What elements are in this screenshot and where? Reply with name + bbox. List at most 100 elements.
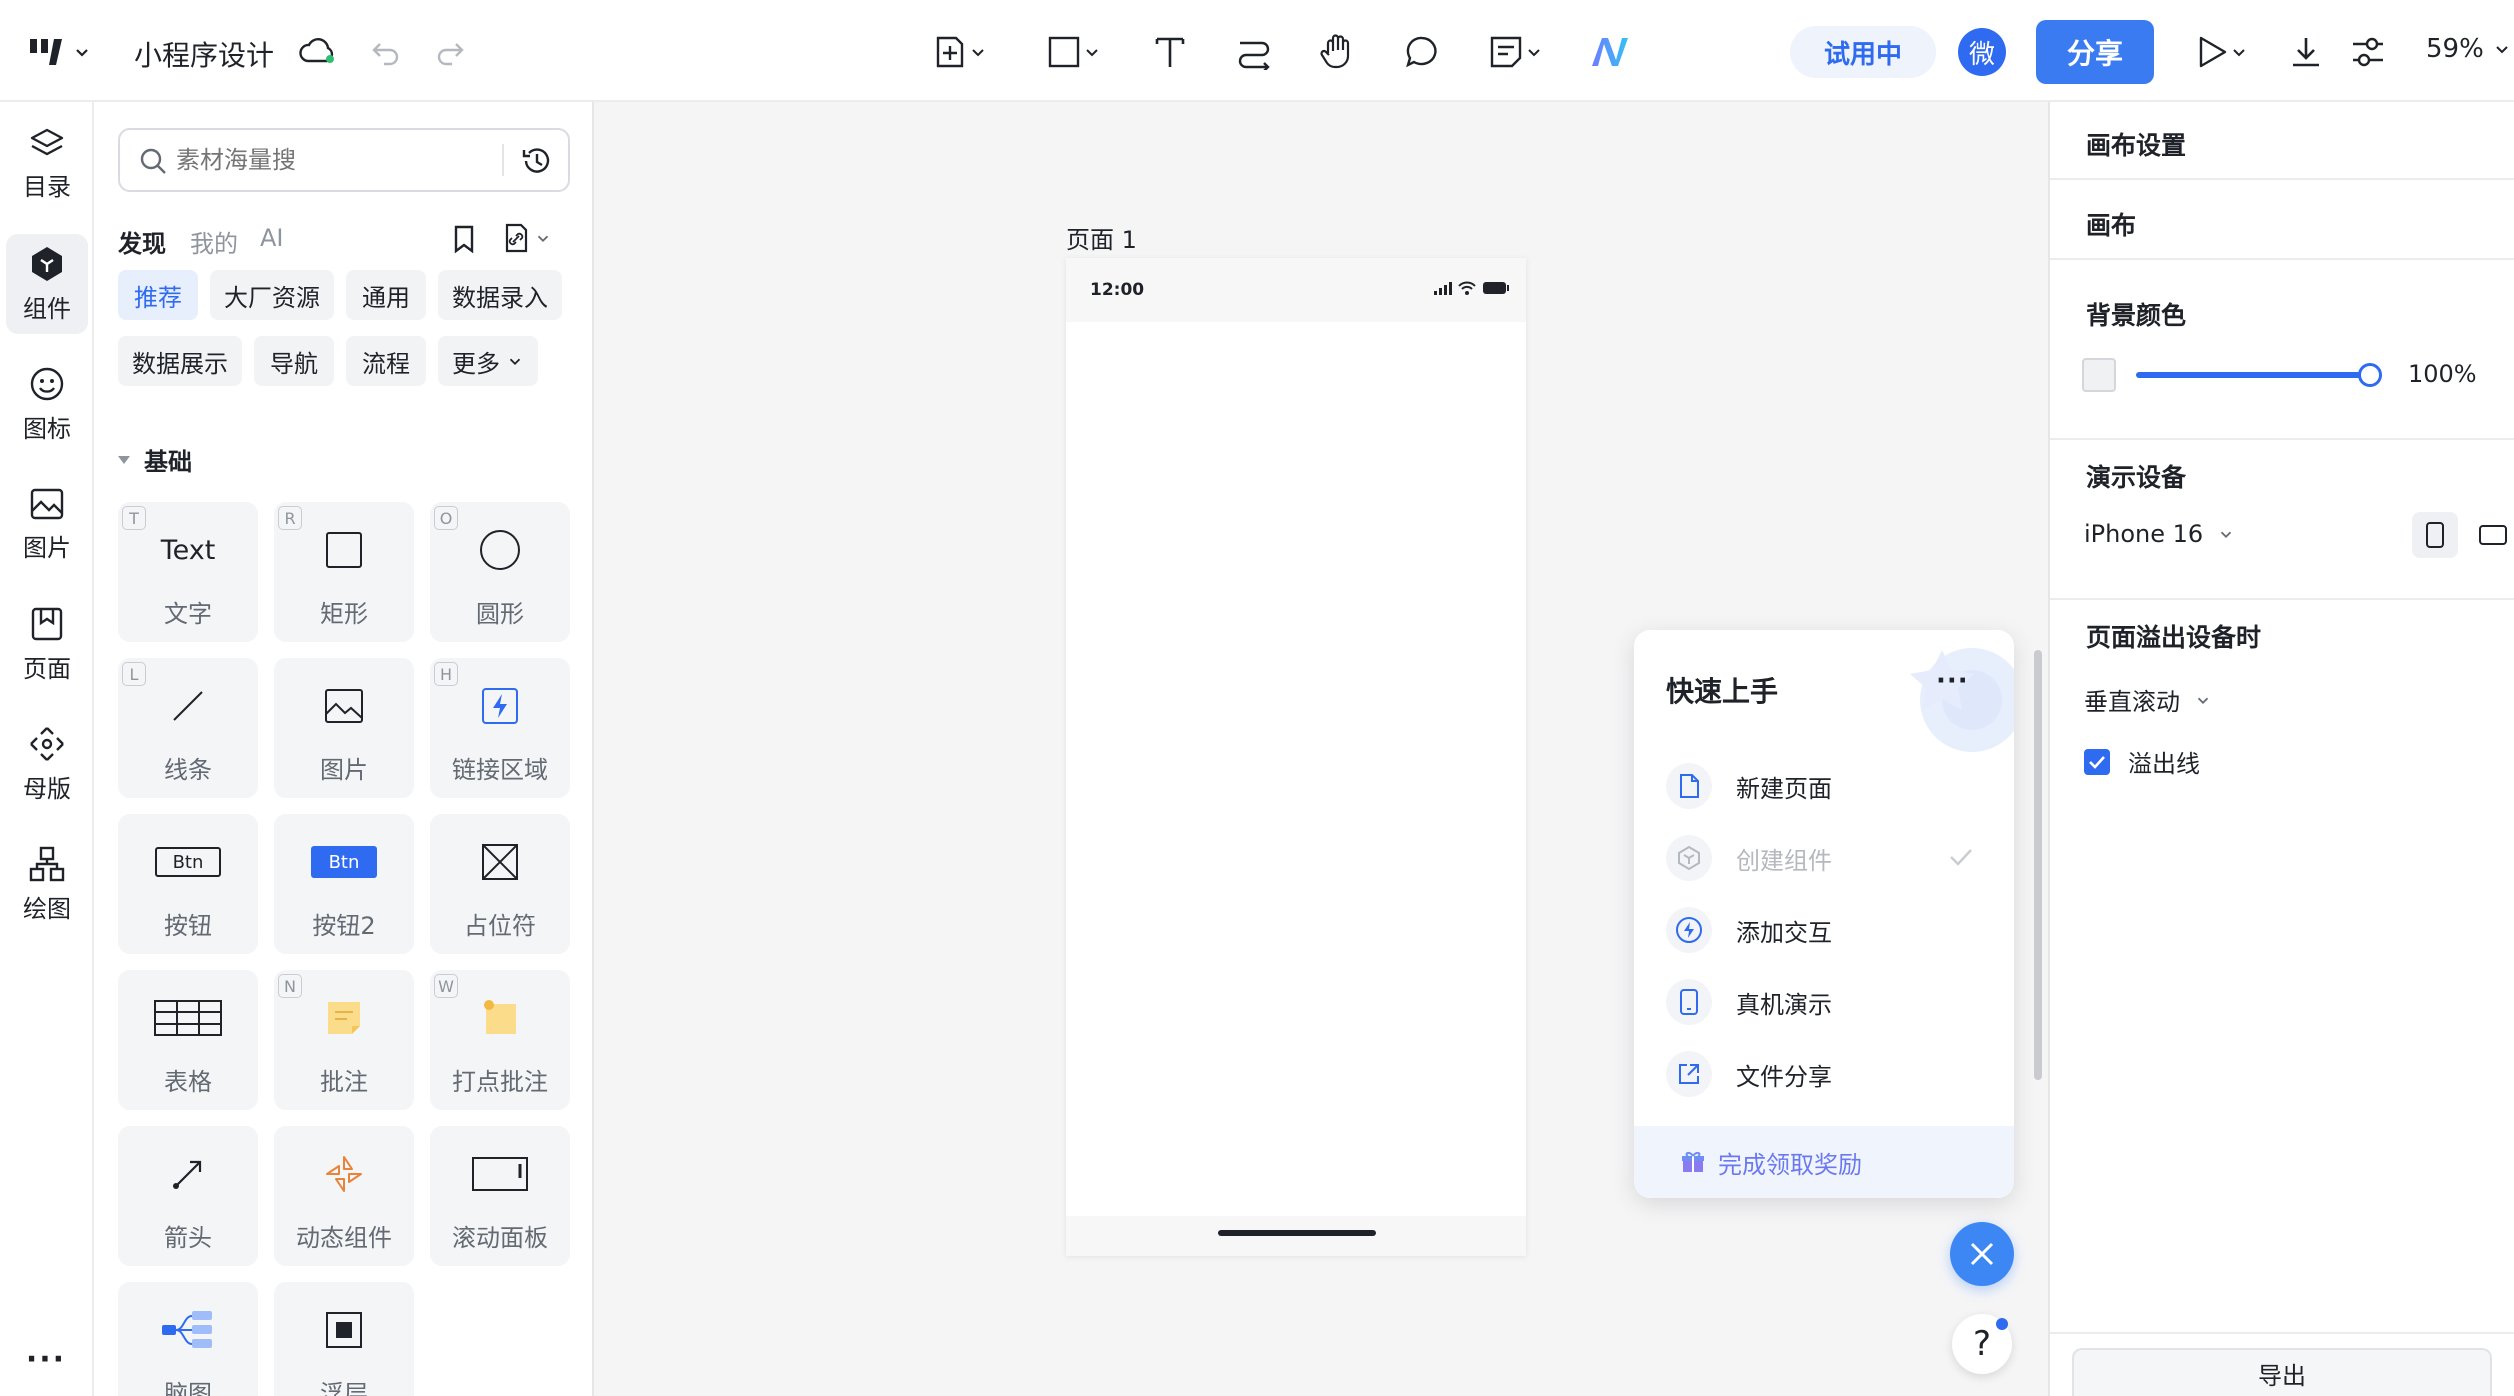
avatar[interactable]: 微	[1958, 28, 2006, 76]
component-panel: 发现 我的 AI 推荐 大厂资源 通用 数据录入 数据展示 导航 流程 更多 基…	[94, 102, 594, 1396]
settings-sliders-button[interactable]	[2344, 28, 2392, 76]
portrait-orientation-button[interactable]	[2412, 512, 2458, 558]
opacity-slider[interactable]	[2136, 363, 2382, 387]
ai-tool[interactable]	[1588, 28, 1636, 76]
overflow-line-checkbox[interactable]	[2084, 748, 2110, 775]
more-menu-button[interactable]: ···	[0, 1342, 92, 1377]
share-button[interactable]: 分享	[2036, 20, 2154, 84]
search-icon	[140, 148, 166, 174]
canvas-vertical-scrollbar[interactable]	[2034, 650, 2042, 1080]
tile-label: 表格	[164, 1068, 212, 1096]
note-tool[interactable]	[1480, 28, 1552, 76]
cloud-sync-button[interactable]	[296, 30, 340, 74]
add-page-tool[interactable]	[924, 28, 996, 76]
opacity-slider-fill	[2136, 372, 2370, 378]
opacity-slider-thumb[interactable]	[2358, 363, 2382, 387]
tile-label: 按钮	[164, 912, 212, 940]
rail-item-images[interactable]: 图片	[6, 474, 88, 574]
overflow-line-option[interactable]: 溢出线	[2084, 744, 2200, 779]
tile-line[interactable]: L 线条	[118, 658, 258, 798]
quickstart-item-device-preview[interactable]: 真机演示	[1666, 974, 1982, 1030]
bookmark-icon[interactable]	[450, 224, 478, 254]
chip-flow[interactable]: 流程	[346, 336, 426, 386]
export-label: 导出	[2258, 1361, 2306, 1390]
hand-tool[interactable]	[1314, 28, 1362, 76]
tile-note[interactable]: N 批注	[274, 970, 414, 1110]
scroll-mode-select[interactable]: 垂直滚动	[2084, 682, 2212, 717]
quickstart-item-add-interaction[interactable]: 添加交互	[1666, 902, 1982, 958]
bg-color-label: 背景颜色	[2086, 301, 2187, 330]
landscape-phone-icon	[2479, 525, 2507, 545]
link-library-button[interactable]	[502, 222, 552, 254]
history-icon[interactable]	[520, 144, 554, 178]
undo-button[interactable]	[364, 30, 408, 74]
quickstart-item-label: 创建组件	[1736, 846, 1832, 875]
text-glyph-icon: Text	[118, 522, 258, 578]
quickstart-more-button[interactable]: ···	[1936, 666, 1969, 696]
zoom-control[interactable]: 59%	[2426, 34, 2512, 64]
quickstart-item-share-file[interactable]: 文件分享	[1666, 1046, 1982, 1102]
trial-badge[interactable]: 试用中	[1790, 26, 1936, 78]
landscape-orientation-button[interactable]	[2470, 512, 2514, 558]
preview-play-button[interactable]	[2186, 28, 2258, 76]
rail-item-masters[interactable]: 母版	[6, 714, 88, 814]
redo-button[interactable]	[428, 30, 472, 74]
rail-item-pages[interactable]: 页面	[6, 594, 88, 694]
chip-recommended[interactable]: 推荐	[118, 270, 198, 320]
text-tool[interactable]	[1146, 28, 1194, 76]
section-header-basic[interactable]: 基础	[116, 442, 192, 477]
download-button[interactable]	[2282, 28, 2330, 76]
help-button[interactable]: ?	[1952, 1314, 2012, 1374]
rail-label: 组件	[23, 294, 71, 323]
hand-icon	[1320, 34, 1350, 69]
rail-item-drawing[interactable]: 绘图	[6, 834, 88, 934]
tile-mindmap[interactable]: 脑图	[118, 1282, 258, 1396]
tile-button[interactable]: Btn 按钮	[118, 814, 258, 954]
chip-more[interactable]: 更多	[438, 336, 538, 386]
tile-scroll-panel[interactable]: 滚动面板	[430, 1126, 570, 1266]
rail-item-icons[interactable]: 图标	[6, 354, 88, 454]
tab-mine[interactable]: 我的	[190, 224, 238, 259]
tile-image[interactable]: 图片	[274, 658, 414, 798]
chip-data-entry[interactable]: 数据录入	[438, 270, 562, 320]
chip-navigation[interactable]: 导航	[254, 336, 334, 386]
tile-dynamic[interactable]: 动态组件	[274, 1126, 414, 1266]
chip-data-display[interactable]: 数据展示	[118, 336, 242, 386]
rail-item-components[interactable]: 组件	[6, 234, 88, 334]
rail-item-outline[interactable]: 目录	[6, 114, 88, 214]
device-select[interactable]: iPhone 16	[2084, 520, 2235, 548]
page-frame-label[interactable]: 页面 1	[1066, 220, 1137, 255]
caret-down-icon	[118, 455, 130, 464]
close-quickstart-button[interactable]	[1950, 1222, 2014, 1286]
logo-menu[interactable]	[22, 30, 98, 74]
tile-text[interactable]: T Text 文字	[118, 502, 258, 642]
note-icon	[1490, 36, 1522, 68]
tile-arrow[interactable]: 箭头	[118, 1126, 258, 1266]
chip-big-resources[interactable]: 大厂资源	[210, 270, 334, 320]
tile-rectangle[interactable]: R 矩形	[274, 502, 414, 642]
page-bookmark-icon	[31, 607, 63, 640]
search-input[interactable]	[176, 140, 476, 180]
opacity-value[interactable]: 100%	[2408, 360, 2477, 388]
connector-tool[interactable]	[1230, 28, 1278, 76]
reward-bar[interactable]: 完成领取奖励	[1634, 1126, 2014, 1198]
tile-table[interactable]: 表格	[118, 970, 258, 1110]
tile-pin-note[interactable]: W 打点批注	[430, 970, 570, 1110]
tile-circle[interactable]: O 圆形	[430, 502, 570, 642]
rectangle-tool[interactable]	[1038, 28, 1110, 76]
chip-general[interactable]: 通用	[346, 270, 426, 320]
quickstart-item-create-component[interactable]: 创建组件	[1666, 830, 1982, 886]
bg-color-swatch[interactable]	[2082, 358, 2116, 392]
tab-discover[interactable]: 发现	[118, 224, 166, 259]
image-icon	[274, 678, 414, 734]
tile-placeholder[interactable]: 占位符	[430, 814, 570, 954]
quickstart-item-new-page[interactable]: 新建页面	[1666, 758, 1982, 814]
tile-link-area[interactable]: H 链接区域	[430, 658, 570, 798]
tile-button2[interactable]: Btn 按钮2	[274, 814, 414, 954]
comment-tool[interactable]	[1398, 28, 1446, 76]
link-doc-icon	[505, 223, 528, 253]
export-button[interactable]: 导出	[2072, 1348, 2492, 1396]
tab-ai[interactable]: AI	[260, 224, 284, 252]
tile-overlay[interactable]: 浮层	[274, 1282, 414, 1396]
phone-frame[interactable]: 12:00	[1066, 258, 1526, 1256]
